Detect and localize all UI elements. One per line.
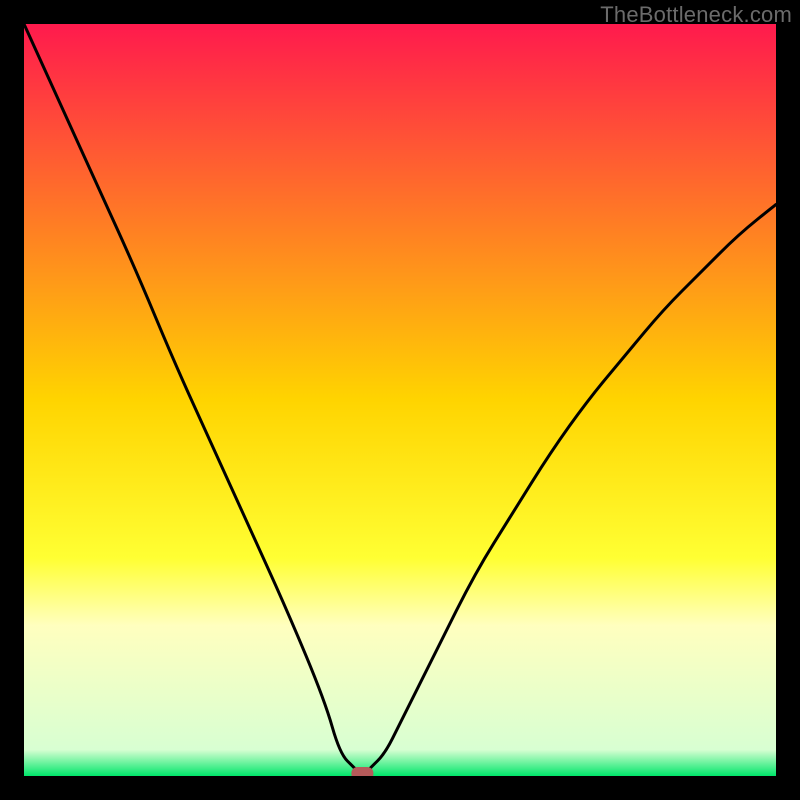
watermark-text: TheBottleneck.com: [600, 2, 792, 28]
plot-svg: [24, 24, 776, 776]
gradient-bg: [24, 24, 776, 776]
plot-area: [24, 24, 776, 776]
chart-frame: TheBottleneck.com: [0, 0, 800, 800]
optimum-marker: [351, 767, 373, 776]
